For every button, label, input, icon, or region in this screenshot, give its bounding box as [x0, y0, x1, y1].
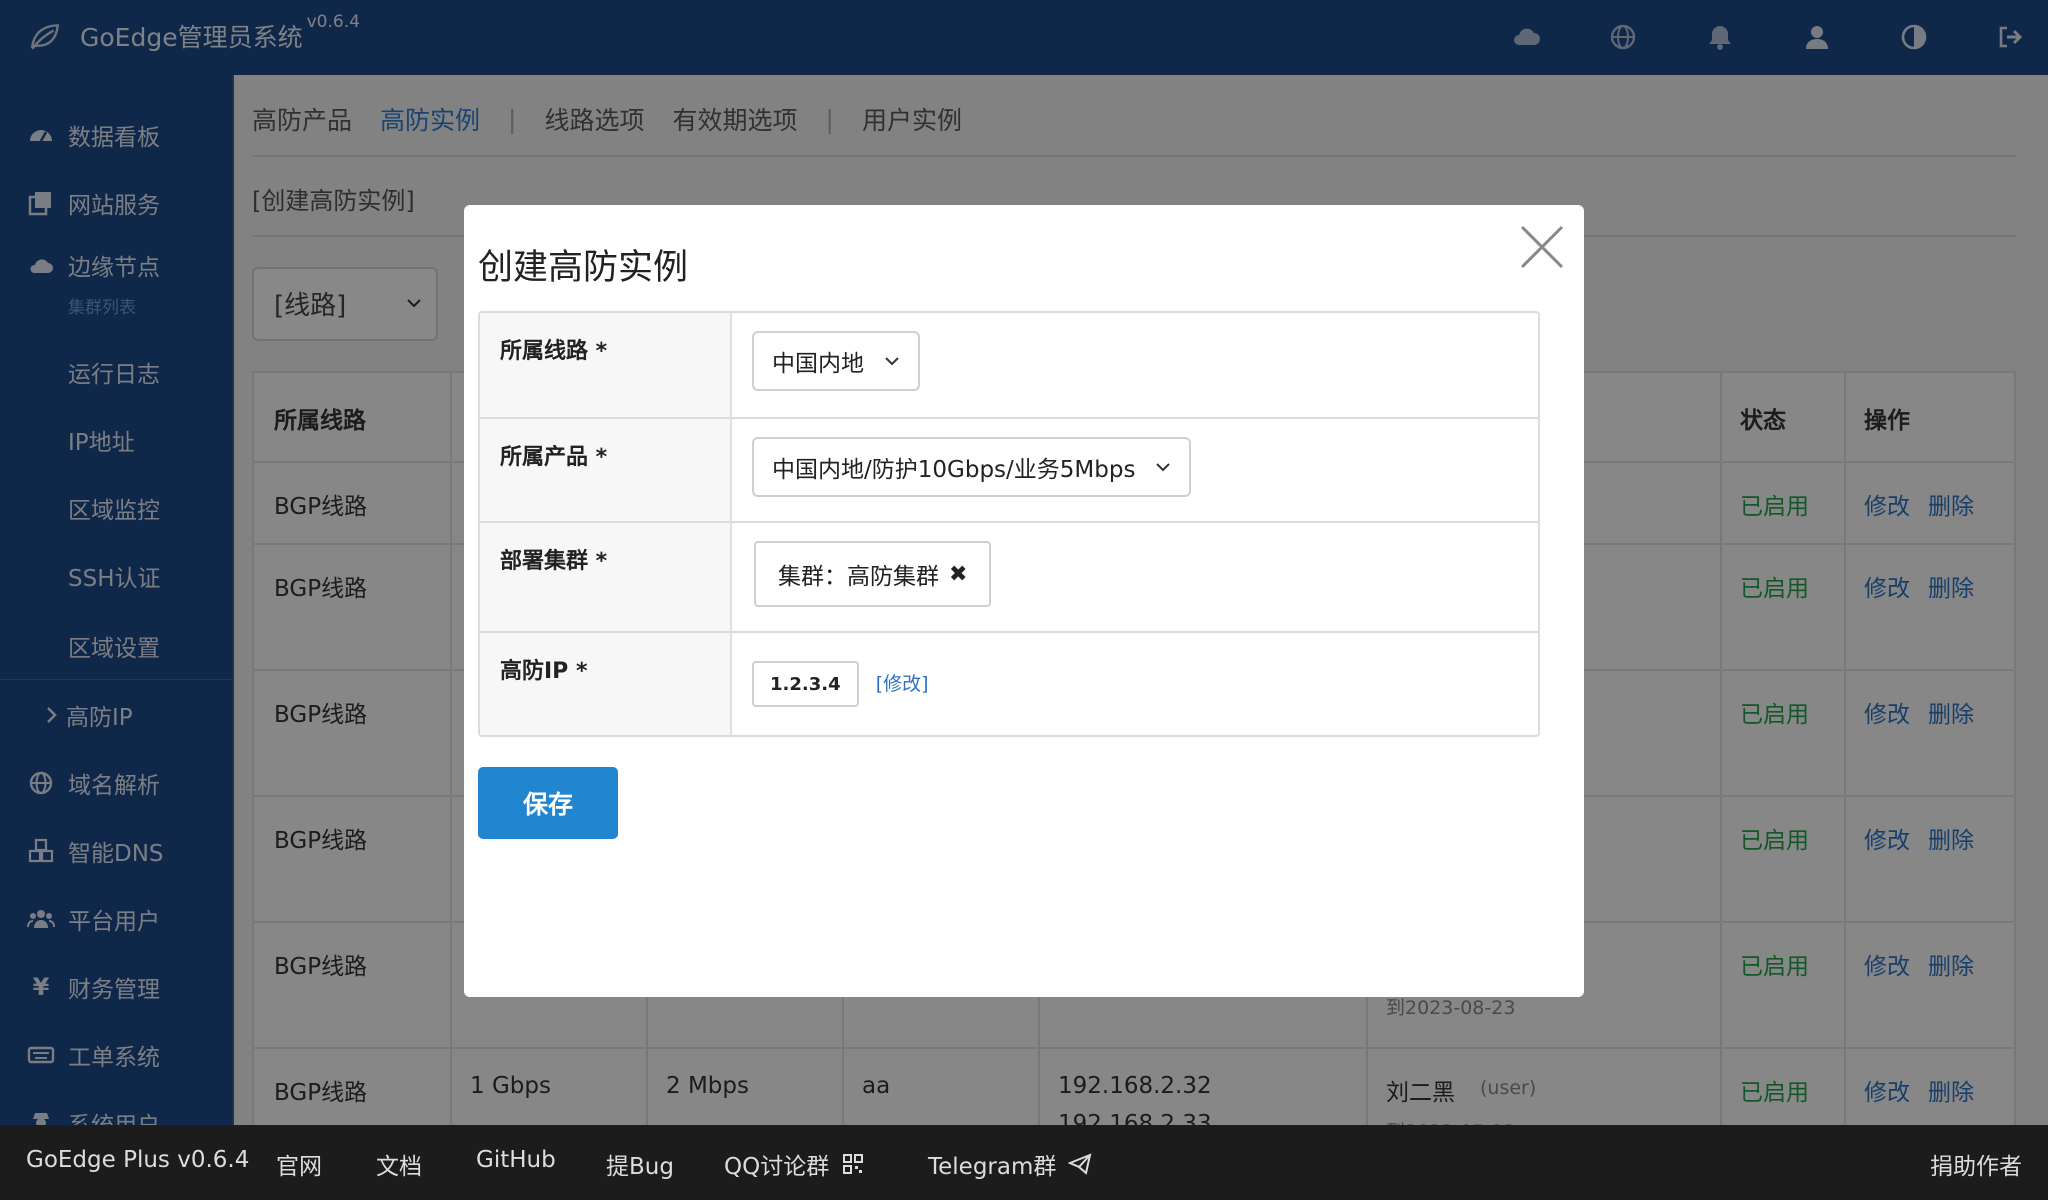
- qrcode-icon: [843, 1154, 864, 1174]
- field-label: 所属产品 *: [480, 419, 732, 521]
- footer-link-github[interactable]: GitHub: [476, 1147, 556, 1173]
- form-row-product: 所属产品 * 中国内地/防护10Gbps/业务5Mbps: [480, 417, 1538, 521]
- field-label: 高防IP *: [480, 633, 732, 735]
- footer-link-telegram[interactable]: Telegram群: [928, 1147, 1092, 1181]
- modal-title: 创建高防实例: [478, 248, 689, 288]
- field-label: 部署集群 *: [480, 523, 732, 631]
- close-icon[interactable]: [1518, 223, 1566, 271]
- form-row-cluster: 部署集群 * 集群：高防集群 ✖: [480, 521, 1538, 631]
- chevron-down-icon: [1156, 463, 1171, 472]
- create-instance-form: 所属线路 * 中国内地 所属产品 * 中国内地/防护10Gbps/业务5Mbps…: [478, 311, 1540, 737]
- chevron-down-icon: [885, 357, 899, 366]
- form-row-line: 所属线路 * 中国内地: [480, 313, 1538, 417]
- footer-link-qq-group[interactable]: QQ讨论群: [724, 1147, 865, 1181]
- line-select[interactable]: 中国内地: [752, 331, 920, 391]
- cluster-tag: 集群：高防集群 ✖: [754, 541, 992, 607]
- edit-ip-link[interactable]: [修改]: [876, 673, 929, 695]
- remove-cluster-icon[interactable]: ✖: [949, 562, 967, 587]
- create-instance-modal: 创建高防实例 所属线路 * 中国内地 所属产品 * 中国内地/防护10Gbps/…: [464, 205, 1584, 997]
- footer-brand: GoEdge Plus v0.6.4: [26, 1147, 250, 1173]
- footer-link-docs[interactable]: 文档: [376, 1147, 422, 1181]
- save-button[interactable]: 保存: [478, 767, 618, 839]
- footer-link-website[interactable]: 官网: [276, 1147, 322, 1181]
- field-label: 所属线路 *: [480, 313, 732, 417]
- footer-link-donate[interactable]: 捐助作者: [1930, 1147, 2022, 1181]
- footer-link-report-bug[interactable]: 提Bug: [606, 1147, 674, 1181]
- footer: GoEdge Plus v0.6.4 官网 文档 GitHub 提Bug QQ讨…: [0, 1125, 2048, 1200]
- ddos-ip-value: 1.2.3.4: [752, 661, 859, 707]
- paper-plane-icon: [1068, 1153, 1092, 1175]
- product-select[interactable]: 中国内地/防护10Gbps/业务5Mbps: [752, 437, 1192, 497]
- form-row-ip: 高防IP * 1.2.3.4 [修改]: [480, 631, 1538, 735]
